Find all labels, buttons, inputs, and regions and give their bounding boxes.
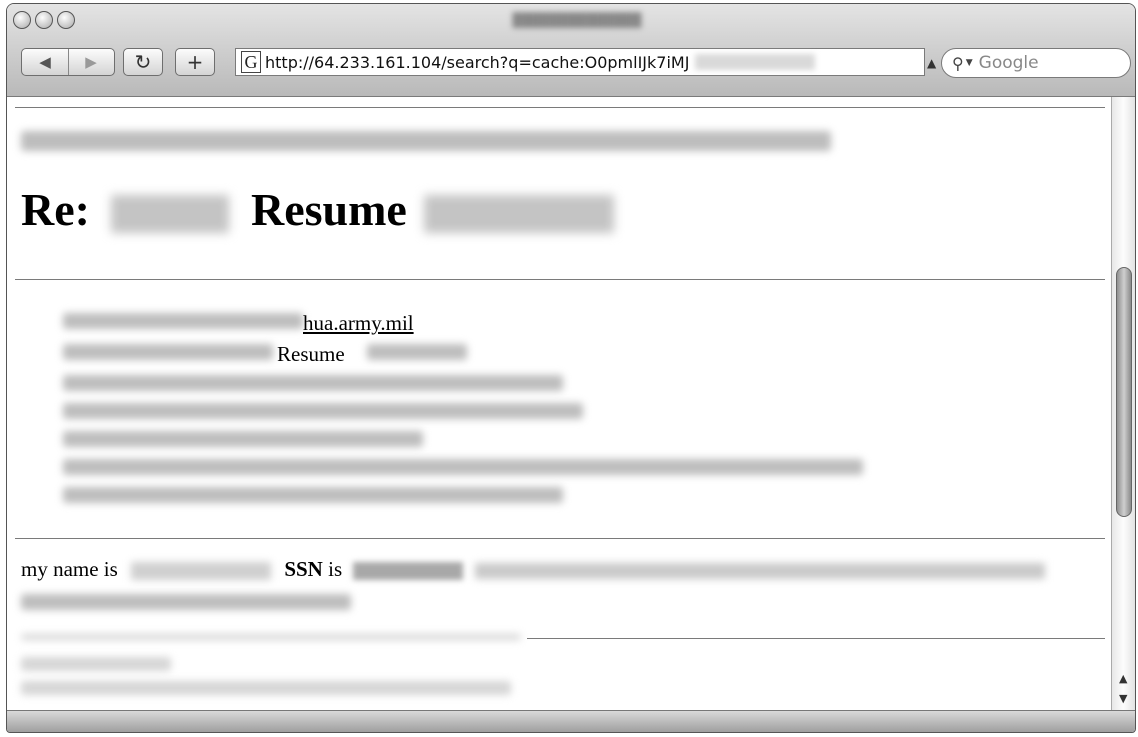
list-item-to-redacted (63, 313, 303, 329)
ssn-label: SSN (284, 557, 323, 581)
list-item-message-id-redacted (63, 459, 863, 475)
chevron-down-icon[interactable]: ▼ (966, 58, 973, 68)
title-word: Resume (250, 184, 407, 235)
list-item-return-path-redacted (63, 487, 563, 503)
ssn-is: is (328, 557, 343, 581)
minimize-window-button[interactable] (35, 11, 53, 29)
page-content: Re: Resume hua.army.mil Resume my name i… (7, 97, 1119, 713)
add-bookmark-button[interactable]: + (175, 48, 215, 76)
divider (15, 538, 1105, 539)
reload-button[interactable]: ↻ (123, 48, 163, 76)
divider (15, 279, 1105, 280)
status-bar (7, 710, 1135, 732)
list-item-date-redacted (63, 403, 583, 419)
subject-word: Resume (277, 342, 345, 366)
url-text: http://64.233.161.104/search?q=cache:O0p… (265, 52, 690, 72)
window-title-redacted: ██████████████ (512, 12, 642, 27)
zoom-window-button[interactable] (57, 11, 75, 29)
google-favicon: G (241, 51, 261, 73)
body-prefix: my name is (21, 557, 118, 581)
vertical-scrollbar[interactable]: ▲ ▼ (1111, 97, 1135, 713)
footer-line1-redacted (21, 657, 171, 671)
list-item-subject-redacted (63, 344, 273, 360)
divider (15, 107, 1105, 108)
divider (527, 638, 1105, 639)
scroll-up-icon[interactable]: ▲ (1119, 672, 1127, 685)
title-prefix: Re: (21, 184, 90, 235)
browser-toolbar: ██████████████ ◀ ▶ ↻ + G http://64.233.1… (7, 4, 1135, 97)
url-redacted (695, 54, 816, 70)
subject-redacted (367, 344, 467, 360)
title-redacted-2 (424, 195, 615, 234)
scroll-down-icon[interactable]: ▼ (1119, 692, 1127, 705)
url-dropdown-icon[interactable]: ▲ (927, 56, 936, 70)
forward-arrow-icon[interactable]: ▶ (68, 49, 114, 75)
scrollbar-thumb[interactable] (1116, 267, 1132, 517)
plus-icon: + (186, 50, 204, 74)
divider-faded (21, 634, 521, 640)
name-redacted (131, 562, 272, 581)
body-redacted (474, 563, 1045, 580)
body-line2-redacted (21, 594, 351, 610)
search-placeholder: Google (978, 53, 1039, 73)
page-title: Re: Resume (21, 183, 615, 236)
nav-links-redacted (21, 131, 831, 151)
address-bar[interactable]: G http://64.233.161.104/search?q=cache:O… (235, 48, 925, 76)
list-item-from-redacted (63, 375, 563, 391)
title-redacted-1 (111, 195, 230, 234)
browser-window: ██████████████ ◀ ▶ ↻ + G http://64.233.1… (6, 3, 1136, 733)
back-forward-buttons: ◀ ▶ (21, 48, 115, 76)
footer-line2-redacted (21, 681, 511, 695)
ssn-redacted (353, 562, 464, 581)
close-window-button[interactable] (13, 11, 31, 29)
message-body: my name is SSN is (21, 557, 1045, 582)
reload-icon: ↻ (134, 50, 152, 74)
back-arrow-icon[interactable]: ◀ (22, 49, 69, 75)
search-icon: ⚲ (952, 53, 964, 73)
to-email-link[interactable]: hua.army.mil (303, 311, 414, 336)
list-item-cc-redacted (63, 431, 423, 447)
search-field[interactable]: ⚲ ▼ Google (941, 48, 1131, 78)
